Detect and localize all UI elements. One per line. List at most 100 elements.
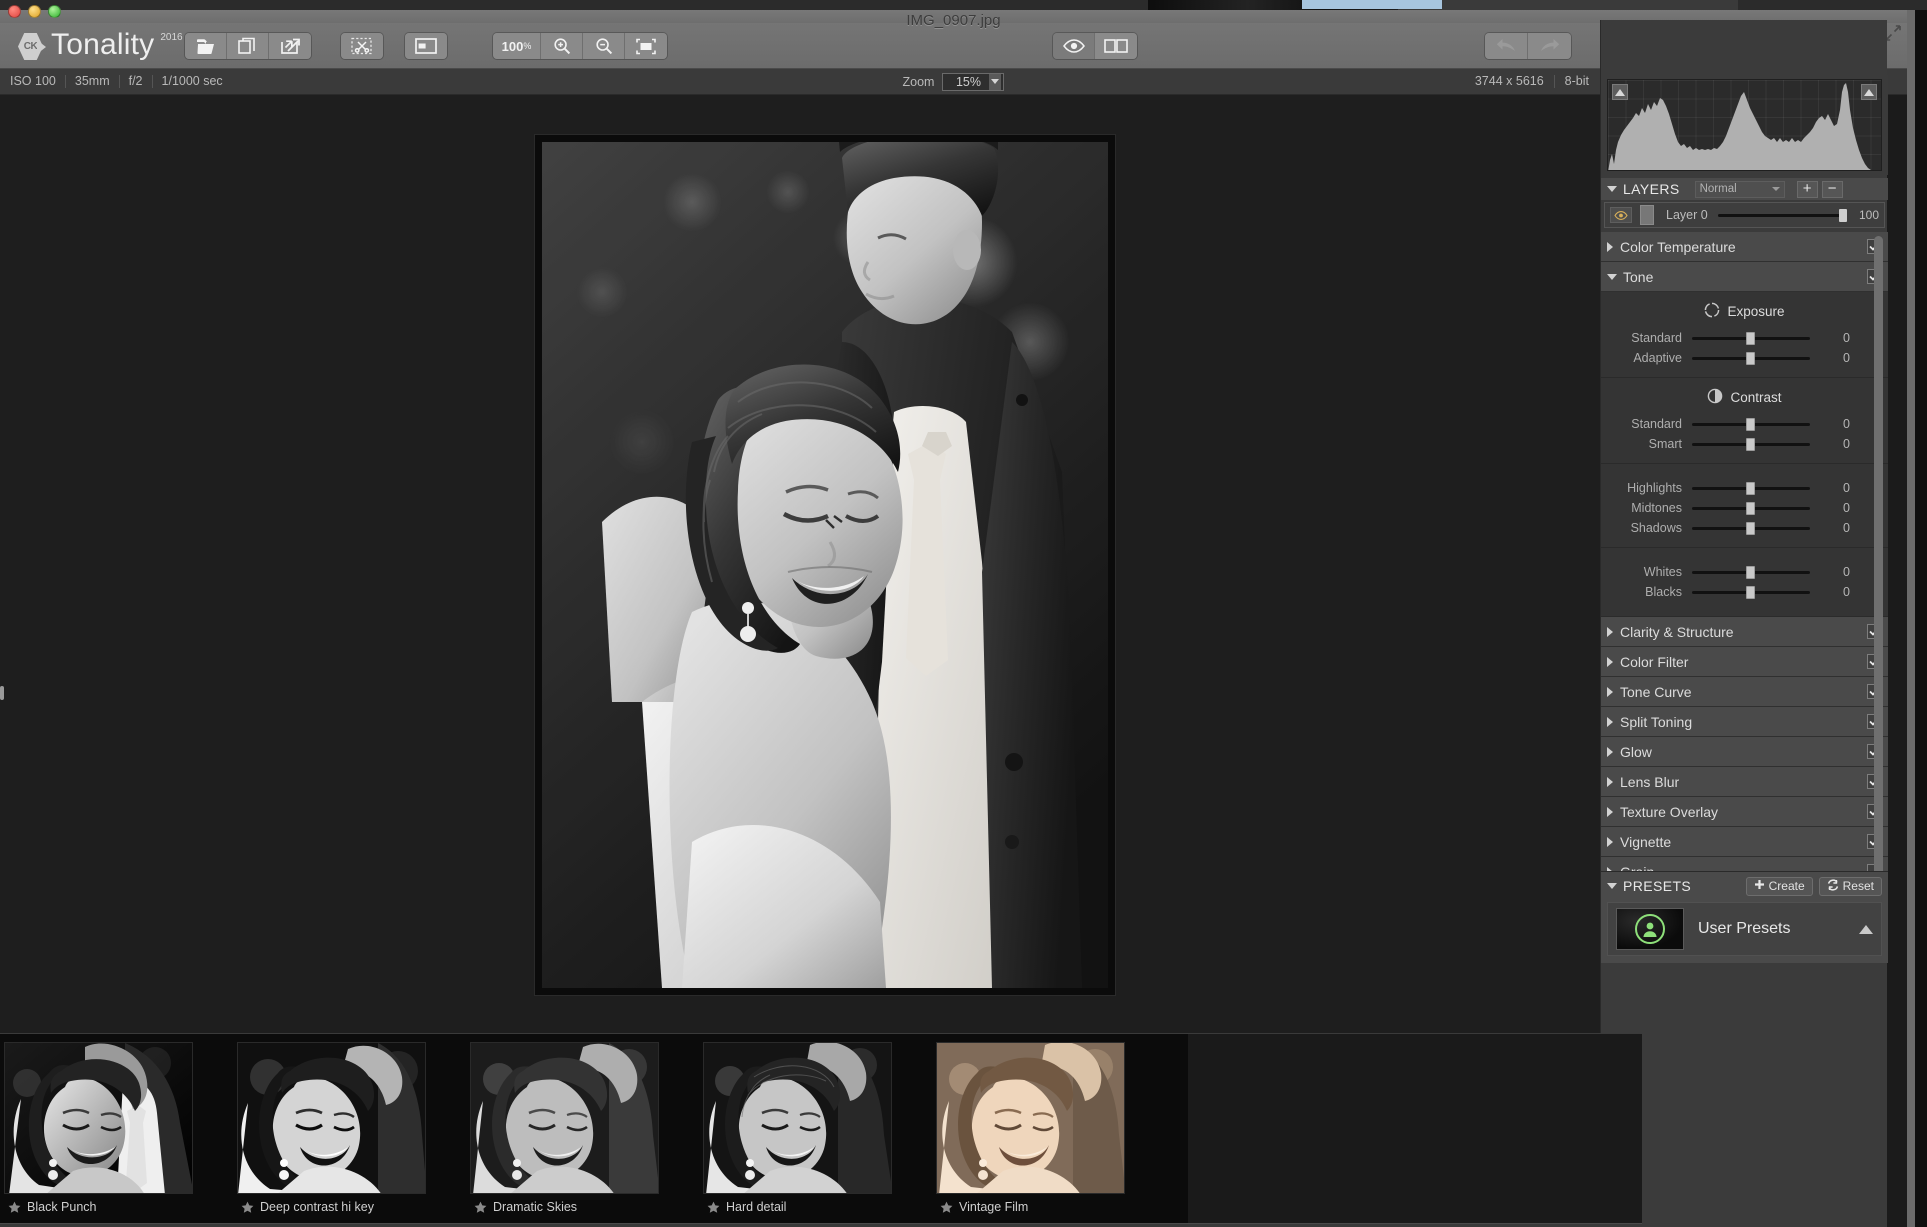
filter-row-tone-curve[interactable]: Tone Curve <box>1601 677 1888 707</box>
filter-row-split-toning[interactable]: Split Toning <box>1601 707 1888 737</box>
zoom-100-button[interactable]: 100% <box>493 33 541 59</box>
star-icon[interactable] <box>474 1201 487 1214</box>
slider-track[interactable] <box>1692 331 1810 345</box>
scrollbar-thumb[interactable] <box>1874 236 1883 926</box>
chevron-right-icon[interactable] <box>1607 806 1613 817</box>
slider-contrast-standard[interactable]: Standard 0 <box>1601 414 1888 434</box>
slider-shadows[interactable]: Shadows 0 <box>1601 518 1888 538</box>
undo-button[interactable] <box>1485 33 1528 59</box>
chevron-right-icon[interactable] <box>1607 776 1613 787</box>
split-view-button[interactable] <box>1095 33 1137 59</box>
slider-highlights[interactable]: Highlights 0 <box>1601 478 1888 498</box>
filter-row-lens-blur[interactable]: Lens Blur <box>1601 767 1888 797</box>
edited-photo[interactable] <box>542 142 1108 988</box>
slider-knob[interactable] <box>1746 417 1755 431</box>
crop-scissors-button[interactable] <box>341 33 383 59</box>
zoom-in-button[interactable] <box>541 33 583 59</box>
preset-card-black-punch[interactable]: Black Punch <box>4 1042 193 1220</box>
star-icon[interactable] <box>8 1201 21 1214</box>
histogram-panel[interactable] <box>1601 75 1888 175</box>
slider-track[interactable] <box>1692 437 1810 451</box>
preset-card-dramatic-skies[interactable]: Dramatic Skies <box>470 1042 659 1220</box>
slider-exposure-adaptive[interactable]: Adaptive 0 <box>1601 348 1888 368</box>
chevron-down-icon[interactable] <box>1607 186 1617 192</box>
highlight-clipping-button[interactable] <box>1861 84 1877 100</box>
eye-icon[interactable] <box>1610 207 1632 223</box>
slider-exposure-standard[interactable]: Standard 0 <box>1601 328 1888 348</box>
reset-preset-button[interactable]: Reset <box>1818 876 1882 896</box>
slider-track[interactable] <box>1692 585 1810 599</box>
layer-row[interactable]: Layer 0 100 <box>1604 202 1885 228</box>
preset-thumbnail[interactable] <box>237 1042 426 1194</box>
chevron-right-icon[interactable] <box>1607 746 1613 757</box>
chevron-right-icon[interactable] <box>1607 656 1613 667</box>
slider-knob[interactable] <box>1746 521 1755 535</box>
duplicate-image-button[interactable] <box>227 33 269 59</box>
preset-category-user-presets[interactable]: User Presets <box>1607 902 1882 956</box>
before-after-panel-button[interactable] <box>405 33 447 59</box>
blend-mode-select[interactable]: Normal <box>1694 180 1785 198</box>
zoom-select[interactable]: 15% <box>942 72 1005 91</box>
slider-knob[interactable] <box>1746 481 1755 495</box>
filter-row-glow[interactable]: Glow <box>1601 737 1888 767</box>
slider-contrast-smart[interactable]: Smart 0 <box>1601 434 1888 454</box>
filter-row-color-filter[interactable]: Color Filter <box>1601 647 1888 677</box>
chevron-right-icon[interactable] <box>1607 686 1613 697</box>
layer-thumbnail[interactable] <box>1640 205 1654 225</box>
chevron-down-icon[interactable] <box>1607 883 1617 889</box>
preset-thumbnail[interactable] <box>470 1042 659 1194</box>
preset-thumbnail[interactable] <box>936 1042 1125 1194</box>
shadow-clipping-button[interactable] <box>1612 84 1628 100</box>
filter-row-vignette[interactable]: Vignette <box>1601 827 1888 857</box>
create-preset-button[interactable]: Create <box>1745 876 1813 896</box>
filter-row-tone[interactable]: Tone <box>1601 262 1888 292</box>
preset-thumbnail[interactable] <box>4 1042 193 1194</box>
filter-row-clarity-structure[interactable]: Clarity & Structure <box>1601 617 1888 647</box>
chevron-right-icon[interactable] <box>1607 626 1613 637</box>
chevron-up-icon[interactable] <box>1859 924 1873 934</box>
presets-panel-header[interactable]: PRESETS Create Reset <box>1601 872 1888 900</box>
filter-row-color-temperature[interactable]: Color Temperature <box>1601 232 1888 262</box>
preset-card-vintage-film[interactable]: Vintage Film <box>936 1042 1125 1220</box>
preset-card-deep-contrast-hi-key[interactable]: Deep contrast hi key <box>237 1042 426 1220</box>
zoom-out-button[interactable] <box>583 33 625 59</box>
chevron-down-icon[interactable] <box>1607 273 1617 280</box>
star-icon[interactable] <box>707 1201 720 1214</box>
chevron-right-icon[interactable] <box>1607 836 1613 847</box>
layer-opacity-slider[interactable] <box>1717 208 1847 222</box>
star-icon[interactable] <box>940 1201 953 1214</box>
slider-track[interactable] <box>1692 521 1810 535</box>
preset-thumbnail[interactable] <box>703 1042 892 1194</box>
slider-track[interactable] <box>1692 501 1810 515</box>
fit-to-screen-button[interactable] <box>625 33 667 59</box>
slider-track[interactable] <box>1692 481 1810 495</box>
slider-knob[interactable] <box>1746 585 1755 599</box>
expand-fullscreen-icon[interactable] <box>1885 25 1901 41</box>
slider-knob[interactable] <box>1746 501 1755 515</box>
redo-button[interactable] <box>1528 33 1571 59</box>
chevron-down-icon[interactable] <box>989 73 1002 90</box>
eye-preview-button[interactable] <box>1053 33 1095 59</box>
slider-track[interactable] <box>1692 417 1810 431</box>
slider-knob[interactable] <box>1746 565 1755 579</box>
slider-midtones[interactable]: Midtones 0 <box>1601 498 1888 518</box>
slider-knob[interactable] <box>1746 437 1755 451</box>
slider-whites[interactable]: Whites 0 <box>1601 562 1888 582</box>
slider-track[interactable] <box>1692 351 1810 365</box>
slider-blacks[interactable]: Blacks 0 <box>1601 582 1888 602</box>
image-canvas[interactable] <box>0 95 1642 1033</box>
open-image-button[interactable] <box>185 33 227 59</box>
chevron-right-icon[interactable] <box>1607 716 1613 727</box>
chevron-right-icon[interactable] <box>1607 241 1613 252</box>
slider-knob[interactable] <box>1746 331 1755 345</box>
remove-layer-button[interactable]: − <box>1821 180 1843 198</box>
preset-card-hard-detail[interactable]: Hard detail <box>703 1042 892 1220</box>
add-layer-button[interactable]: + <box>1796 180 1818 198</box>
share-export-button[interactable] <box>269 33 311 59</box>
filter-row-texture-overlay[interactable]: Texture Overlay <box>1601 797 1888 827</box>
filmstrip-resize-bar[interactable] <box>0 1223 1642 1227</box>
slider-knob[interactable] <box>1746 351 1755 365</box>
star-icon[interactable] <box>241 1201 254 1214</box>
filters-scrollbar[interactable] <box>1874 236 1883 936</box>
slider-track[interactable] <box>1692 565 1810 579</box>
